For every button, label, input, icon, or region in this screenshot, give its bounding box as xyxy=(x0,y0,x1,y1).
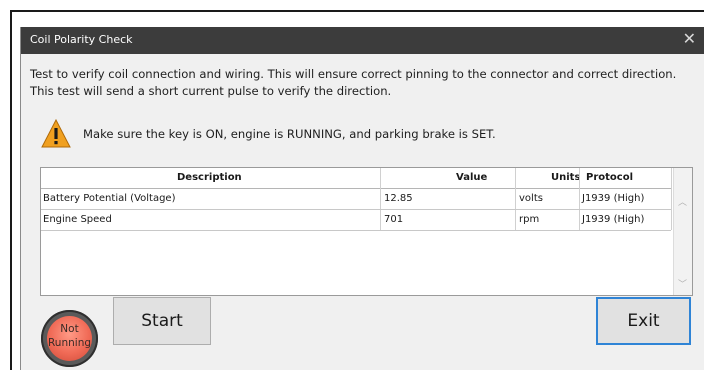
column-divider xyxy=(579,168,580,230)
window-title: Coil Polarity Check xyxy=(30,33,133,46)
coil-polarity-dialog: Coil Polarity Check ✕ Test to verify coi… xyxy=(20,27,704,370)
cell-protocol: J1939 (High) xyxy=(582,193,645,204)
cell-units: rpm xyxy=(519,214,540,225)
cell-value: 12.85 xyxy=(384,193,413,204)
background-frame-left xyxy=(10,10,12,370)
status-text-line-1: Not xyxy=(60,323,79,335)
cell-description: Engine Speed xyxy=(43,214,112,225)
column-header-protocol[interactable]: Protocol xyxy=(586,172,633,183)
description-line-1: Test to verify coil connection and wirin… xyxy=(30,67,677,81)
cell-units: volts xyxy=(519,193,543,204)
scroll-down-icon[interactable]: ﹀ xyxy=(678,277,687,290)
cell-value: 701 xyxy=(384,214,404,225)
column-divider xyxy=(671,168,672,230)
description-line-2: This test will send a short current puls… xyxy=(30,84,392,98)
column-header-value[interactable]: Value xyxy=(456,172,487,183)
row-divider xyxy=(41,209,671,210)
status-indicator-lamp: Not Running xyxy=(47,316,92,361)
cell-description: Battery Potential (Voltage) xyxy=(43,193,176,204)
background-frame-top xyxy=(10,10,704,12)
column-header-description[interactable]: Description xyxy=(177,172,242,183)
column-divider xyxy=(515,168,516,230)
scroll-up-icon[interactable]: ︿ xyxy=(678,195,687,208)
vertical-scrollbar[interactable]: ︿ ﹀ xyxy=(673,168,692,295)
parameters-table[interactable]: Description Value Units Protocol Battery… xyxy=(40,167,693,296)
row-divider xyxy=(41,230,671,231)
cell-protocol: J1939 (High) xyxy=(582,214,645,225)
test-description: Test to verify coil connection and wirin… xyxy=(30,66,700,100)
title-bar[interactable]: Coil Polarity Check ✕ xyxy=(21,27,704,54)
column-divider xyxy=(380,168,381,230)
warning-triangle-icon xyxy=(41,118,71,148)
status-indicator: Not Running xyxy=(41,310,98,367)
column-header-units[interactable]: Units xyxy=(551,172,580,183)
warning-message: Make sure the key is ON, engine is RUNNI… xyxy=(83,127,496,141)
close-icon[interactable]: ✕ xyxy=(683,29,696,49)
start-button[interactable]: Start xyxy=(113,297,211,345)
status-text-line-2: Running xyxy=(47,337,92,349)
exit-button[interactable]: Exit xyxy=(596,297,691,345)
header-divider xyxy=(41,188,671,189)
